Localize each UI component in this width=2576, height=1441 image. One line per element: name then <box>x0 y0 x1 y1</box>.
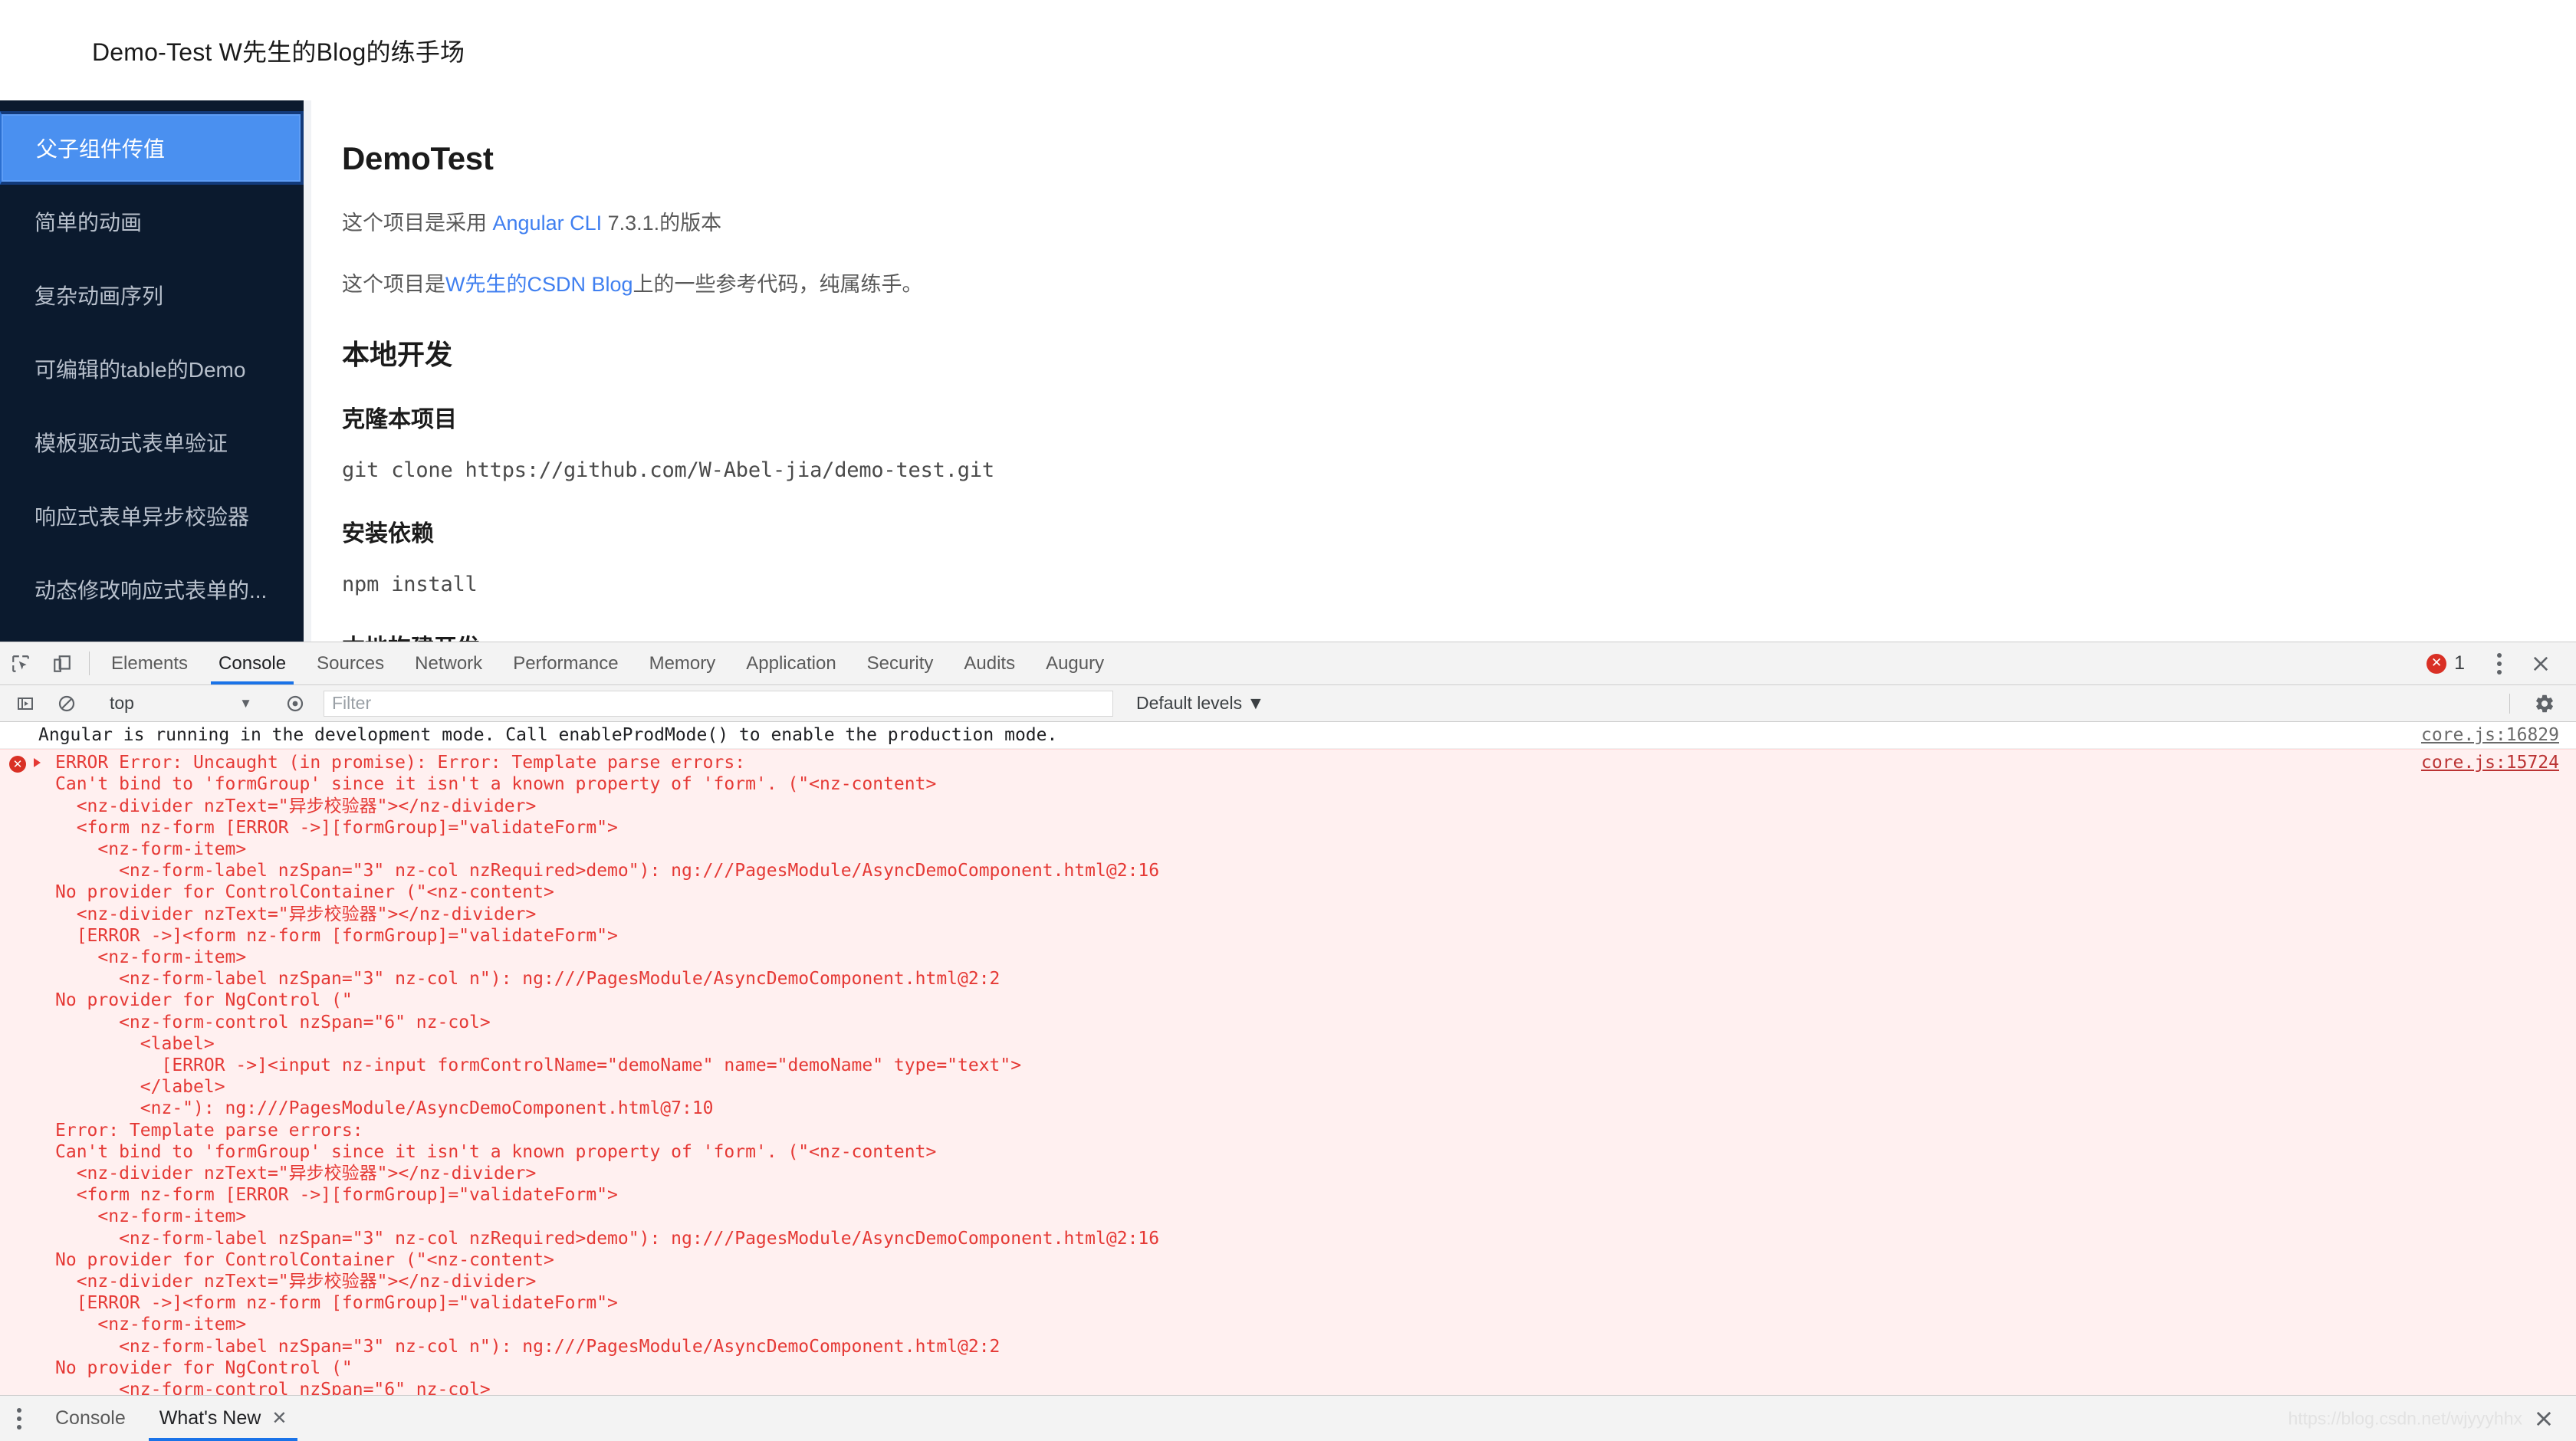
console-sidebar-toggle-icon[interactable] <box>5 694 46 713</box>
devtools-tabbar: Elements Console Sources Network Perform… <box>0 642 2576 685</box>
console-filter-input[interactable]: Filter <box>324 690 1113 717</box>
subheading-install: 安装依赖 <box>342 520 434 547</box>
sidebar-item-label: 父子组件传值 <box>36 137 166 161</box>
devtools-panel: Elements Console Sources Network Perform… <box>0 642 2576 1441</box>
console-message-text: Angular is running in the development mo… <box>38 725 1058 745</box>
browser-page: Demo-Test W先生的Blog的练手场 父子组件传值 简单的动画 复杂动画… <box>0 0 2576 642</box>
sidebar-item-dynamic-form[interactable]: 动态修改响应式表单的... <box>0 553 304 626</box>
console-message-text: ERROR Error: Uncaught (in promise): Erro… <box>55 753 1160 1395</box>
csdn-blog-link[interactable]: W先生的CSDN Blog <box>445 273 633 296</box>
sidebar-nav: 父子组件传值 简单的动画 复杂动画序列 可编辑的table的Demo 模板驱动式… <box>0 100 304 642</box>
drawer-right-controls <box>2522 1396 2576 1441</box>
code-npm-install: npm install <box>342 572 478 596</box>
error-count-label: 1 <box>2454 652 2465 674</box>
console-settings-gear-icon[interactable] <box>2524 693 2565 714</box>
drawer-tab-label: Console <box>55 1407 126 1429</box>
tab-augury[interactable]: Augury <box>1030 642 1119 684</box>
sidebar-item-template-form[interactable]: 模板驱动式表单验证 <box>0 405 304 479</box>
subheading-build: 本地构建开发 <box>342 629 2576 642</box>
close-devtools-icon[interactable] <box>2519 653 2562 675</box>
code-git-clone: git clone https://github.com/W-Abel-jia/… <box>342 458 994 482</box>
tab-audits[interactable]: Audits <box>948 642 1030 684</box>
drawer-tab-whats-new[interactable]: What's New ✕ <box>143 1396 304 1441</box>
inspect-element-icon[interactable] <box>0 642 41 684</box>
console-message-info[interactable]: Angular is running in the development mo… <box>0 722 2576 750</box>
console-message-source-link[interactable]: core.js:16829 <box>2421 724 2559 746</box>
tab-security[interactable]: Security <box>852 642 949 684</box>
filterbar-right-controls <box>2496 693 2576 714</box>
execution-context-select[interactable]: top ▼ <box>100 693 261 714</box>
angular-cli-link[interactable]: Angular CLI <box>493 212 603 235</box>
app-body: 父子组件传值 简单的动画 复杂动画序列 可编辑的table的Demo 模板驱动式… <box>0 100 2576 642</box>
subheading-clone: 克隆本项目 <box>342 406 457 432</box>
console-message-error[interactable]: ✕ ERROR Error: Uncaught (in promise): Er… <box>0 749 2576 1395</box>
paragraph-2-text-after: 上的一些参考代码，纯属练手。 <box>632 273 923 297</box>
expand-arrow-icon[interactable] <box>34 758 41 768</box>
readme-paragraph-1: 这个项目是采用 Angular CLI 7.3.1.的版本 <box>342 209 2576 237</box>
page-title: Demo-Test W先生的Blog的练手场 <box>92 38 465 66</box>
execution-context-value: top <box>110 693 134 713</box>
sidebar-item-simple-animation[interactable]: 简单的动画 <box>0 185 304 258</box>
sidebar-item-label: 简单的动画 <box>34 211 143 235</box>
log-levels-dropdown[interactable]: Default levels ▼ <box>1136 693 1264 714</box>
paragraph-1-text-before: 这个项目是采用 <box>342 212 493 235</box>
devtools-drawer: Console What's New ✕ https://blog.csdn.n… <box>0 1395 2576 1441</box>
content-wrapper: DemoTest 这个项目是采用 Angular CLI 7.3.1.的版本 这… <box>304 100 2576 642</box>
sidebar-item-label: 复杂动画序列 <box>34 284 164 308</box>
more-options-icon[interactable] <box>2479 652 2519 675</box>
console-message-source-link[interactable]: core.js:15724 <box>2421 752 2559 773</box>
close-icon[interactable]: ✕ <box>271 1407 287 1430</box>
error-icon: ✕ <box>2426 653 2447 674</box>
sidebar-item-label: 模板驱动式表单验证 <box>34 432 228 455</box>
console-output[interactable]: Angular is running in the development mo… <box>0 722 2576 1395</box>
drawer-tab-console[interactable]: Console <box>38 1396 143 1441</box>
paragraph-1-text-after: 7.3.1.的版本 <box>602 212 722 235</box>
sidebar-item-async-validator[interactable]: 响应式表单异步校验器 <box>0 479 304 553</box>
tab-console[interactable]: Console <box>203 642 301 684</box>
readme-card: DemoTest 这个项目是采用 Angular CLI 7.3.1.的版本 这… <box>311 100 2576 642</box>
clear-console-icon[interactable] <box>46 694 87 713</box>
drawer-more-options-icon[interactable] <box>0 1396 38 1441</box>
readme-heading: DemoTest <box>342 140 494 176</box>
live-expression-icon[interactable] <box>274 694 316 713</box>
tab-performance[interactable]: Performance <box>498 642 633 684</box>
sidebar-item-label: 可编辑的table的Demo <box>34 358 246 382</box>
watermark-text: https://blog.csdn.net/wjyyyhhx <box>2288 1408 2522 1428</box>
tab-sources[interactable]: Sources <box>301 642 399 684</box>
tabbar-right-controls: ✕ 1 <box>2426 642 2576 684</box>
sidebar-item-parent-child[interactable]: 父子组件传值 <box>0 111 304 185</box>
sidebar-item-complex-animation[interactable]: 复杂动画序列 <box>0 258 304 332</box>
toolbar-divider <box>89 652 90 675</box>
chevron-down-icon: ▼ <box>239 695 252 711</box>
tab-memory[interactable]: Memory <box>634 642 731 684</box>
sidebar-item-label: 响应式表单异步校验器 <box>34 505 250 529</box>
error-icon: ✕ <box>9 756 26 773</box>
sidebar-item-label: 动态修改响应式表单的... <box>34 579 268 602</box>
device-toolbar-icon[interactable] <box>41 642 83 684</box>
error-count-badge[interactable]: ✕ 1 <box>2426 652 2479 675</box>
app-header: Demo-Test W先生的Blog的练手场 <box>0 0 2576 100</box>
filterbar-divider-3 <box>2509 693 2510 714</box>
section-heading-local-dev: 本地开发 <box>342 338 453 370</box>
sidebar-item-editable-table[interactable]: 可编辑的table的Demo <box>0 332 304 405</box>
tab-application[interactable]: Application <box>731 642 851 684</box>
close-drawer-icon[interactable] <box>2522 1408 2565 1430</box>
tab-network[interactable]: Network <box>399 642 498 684</box>
paragraph-2-text-before: 这个项目是 <box>342 273 445 297</box>
readme-paragraph-2: 这个项目是W先生的CSDN Blog上的一些参考代码，纯属练手。 <box>342 271 2576 298</box>
console-filter-bar: top ▼ Filter Default levels ▼ <box>0 685 2576 722</box>
drawer-tab-label: What's New <box>159 1407 261 1429</box>
screenshot-root: Demo-Test W先生的Blog的练手场 父子组件传值 简单的动画 复杂动画… <box>0 0 2576 1441</box>
tab-elements[interactable]: Elements <box>96 642 203 684</box>
